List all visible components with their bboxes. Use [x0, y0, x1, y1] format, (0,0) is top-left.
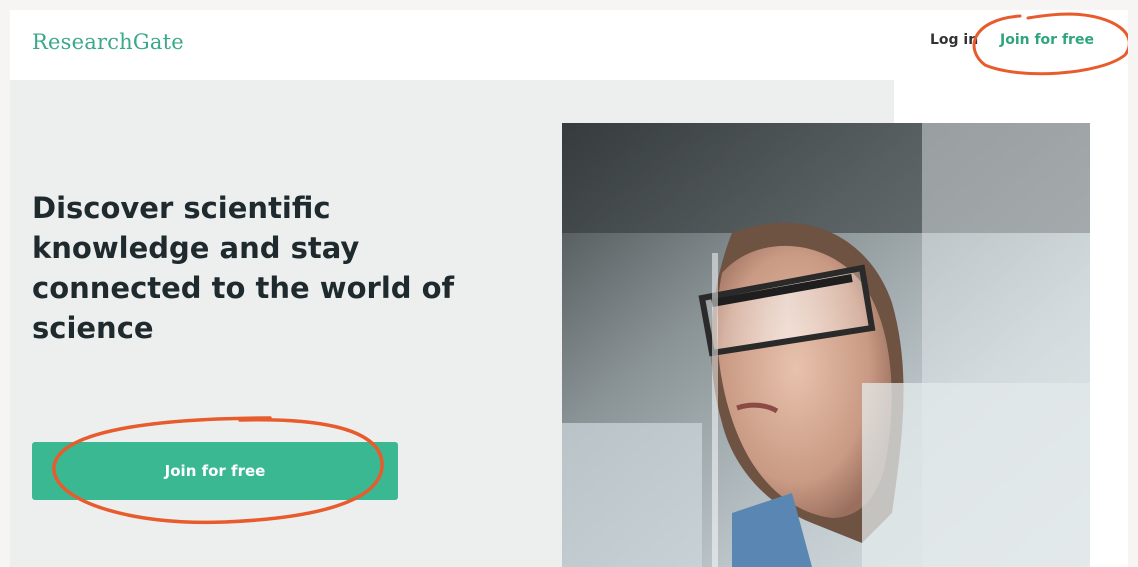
hero-headline: Discover scientific knowledge and stay c… — [32, 191, 455, 345]
join-for-free-button[interactable]: Join for free — [32, 442, 398, 500]
hero-photo — [562, 123, 1090, 567]
nav-join-link[interactable]: Join for free — [1000, 32, 1094, 48]
scientist-photo-illustration — [562, 123, 1090, 567]
top-navbar: ResearchGate Log in Join for free — [10, 10, 1128, 80]
page-frame: ResearchGate Log in Join for free Discov… — [10, 10, 1128, 567]
researchgate-logo[interactable]: ResearchGate — [32, 30, 184, 54]
login-link[interactable]: Log in — [930, 32, 978, 48]
